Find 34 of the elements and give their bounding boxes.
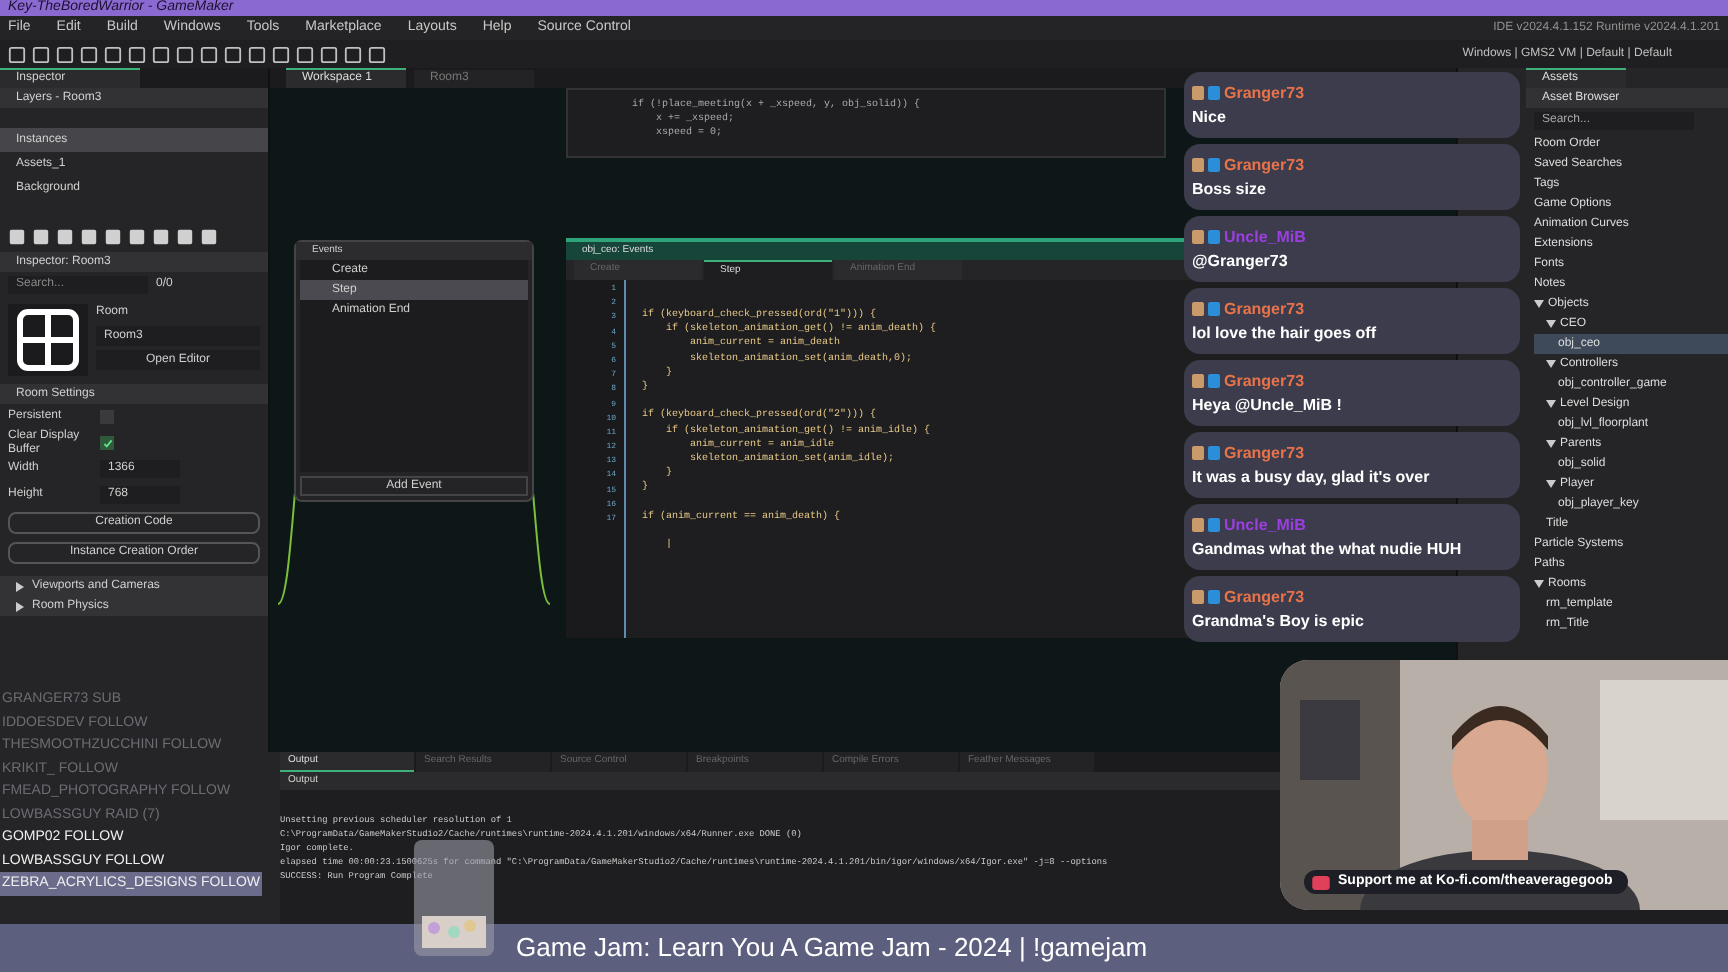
chat-text: Grandma's Boy is epic [1192,609,1364,633]
expanded-arrow-icon [1546,480,1556,488]
badge-icon [1192,86,1220,100]
chat-text: lol love the hair goes off [1192,321,1377,345]
chat-text: @Granger73 [1192,249,1288,273]
ticker-text: Game Jam: Learn You A Game Jam - 2024 | !gamejam [516,930,1148,967]
chat-text: Nice [1192,105,1226,129]
chat-text: Heya @Uncle_MiB ! [1192,393,1342,417]
badge-icon [1192,302,1220,316]
chat-username: Granger73 [1224,369,1305,393]
chat-username: Granger73 [1224,585,1305,609]
expanded-arrow-icon [1546,360,1556,368]
chat-username: Granger73 [1224,297,1305,321]
expanded-arrow-icon [1546,320,1556,328]
expanded-arrow-icon [1546,440,1556,448]
badge-icon [1192,374,1220,388]
badge-icon [1192,158,1220,172]
chat-username: Uncle_MiB [1224,513,1306,537]
badge-icon [1192,518,1220,532]
chat-text: It was a busy day, glad it's over [1192,465,1430,489]
badge-icon [1192,230,1220,244]
expanded-arrow-icon [1546,400,1556,408]
chat-username: Granger73 [1224,441,1305,465]
checkbox[interactable] [100,436,114,450]
chat-text: Boss size [1192,177,1266,201]
chat-username: Granger73 [1224,81,1305,105]
expanded-arrow-icon [1534,580,1544,588]
expanded-arrow-icon [1534,300,1544,308]
chat-username: Granger73 [1224,153,1305,177]
badge-icon [1192,590,1220,604]
room-icon [8,304,88,376]
chat-text: Gandmas what the what nudie HUH [1192,537,1462,561]
chat-username: Uncle_MiB [1224,225,1306,249]
badge-icon [1192,446,1220,460]
